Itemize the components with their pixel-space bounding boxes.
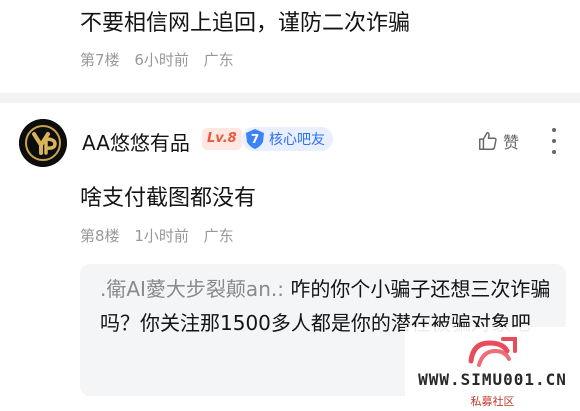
region-label: 广东 bbox=[203, 51, 234, 69]
section-divider bbox=[0, 93, 580, 103]
floor-label: 第8楼 bbox=[80, 227, 120, 245]
core-member-badge[interactable]: 7 核心吧友 bbox=[242, 127, 333, 151]
level-badge: Lv.8 bbox=[202, 128, 242, 150]
avatar[interactable] bbox=[19, 119, 67, 167]
previous-post-text: 不要相信网上追回，谨防二次诈骗 bbox=[80, 11, 411, 36]
watermark-subtext: 私募社区 bbox=[470, 395, 515, 408]
region-label: 广东 bbox=[203, 227, 234, 245]
watermark-text: WWW.SIMU001.CN bbox=[418, 370, 567, 389]
thumbs-up-icon bbox=[479, 132, 497, 150]
watermark-logo-icon bbox=[468, 337, 517, 367]
previous-post-meta: 第7楼 6小时前 广东 bbox=[80, 49, 244, 70]
like-label: 赞 bbox=[503, 133, 520, 152]
post-meta: 第8楼 1小时前 广东 bbox=[80, 225, 244, 246]
more-vertical-icon[interactable] bbox=[548, 128, 560, 154]
comment-text: 啥支付截图都没有 bbox=[80, 186, 257, 211]
shield-icon: 7 bbox=[244, 128, 266, 150]
yp-logo-icon bbox=[19, 119, 67, 167]
time-label: 1小时前 bbox=[134, 227, 189, 245]
core-badge-label: 核心吧友 bbox=[269, 132, 325, 148]
core-badge-number: 7 bbox=[250, 132, 260, 146]
time-label: 6小时前 bbox=[134, 51, 189, 69]
like-button[interactable]: 赞 bbox=[477, 129, 519, 153]
quote-author[interactable]: .衛AI薆大步裂颠an.: bbox=[100, 277, 284, 301]
username[interactable]: AA悠悠有品 bbox=[82, 127, 190, 156]
floor-label: 第7楼 bbox=[80, 51, 120, 69]
